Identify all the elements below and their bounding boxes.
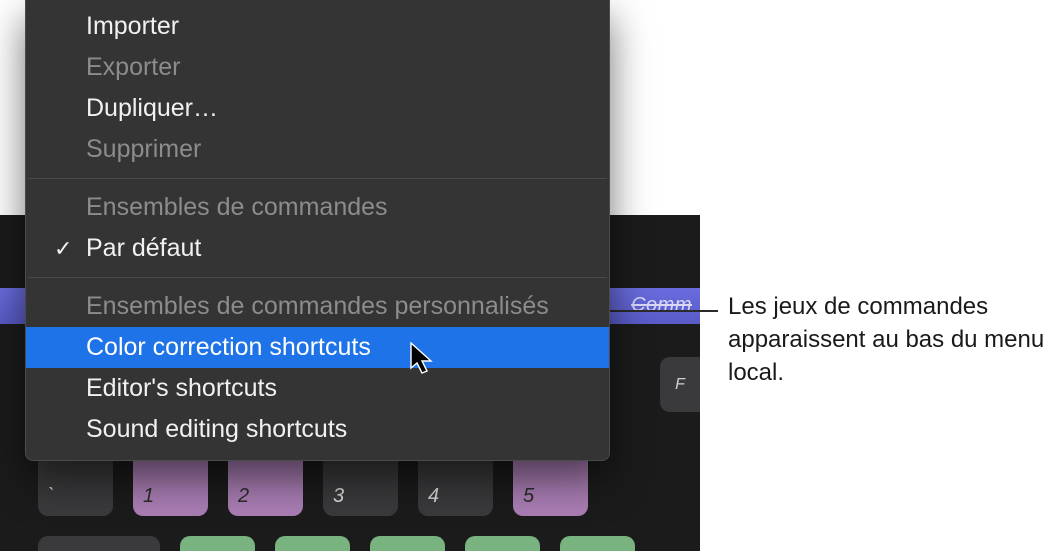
key-r[interactable] (465, 536, 540, 551)
menu-item-sound-editing[interactable]: Sound editing shortcuts (26, 409, 609, 450)
key-e[interactable] (370, 536, 445, 551)
key-q[interactable] (180, 536, 255, 551)
menu-item-export: Exporter (26, 47, 609, 88)
menu-item-delete: Supprimer (26, 129, 609, 170)
callout-text: Les jeux de commandes apparaissent au ba… (728, 290, 1048, 389)
key-tab[interactable]: ⇥ (38, 536, 160, 551)
toolbar-badge: Comm (631, 294, 692, 317)
menu-header-command-sets: Ensembles de commandes (26, 187, 609, 228)
menu-item-label: Par défaut (86, 234, 201, 262)
menu-separator (28, 178, 607, 179)
menu-item-default[interactable]: ✓ Par défaut (26, 228, 609, 269)
key-w[interactable] (275, 536, 350, 551)
menu-header-custom-sets: Ensembles de commandes personnalisés (26, 286, 609, 327)
key-fn-f[interactable]: F (660, 357, 700, 412)
menu-item-duplicate[interactable]: Dupliquer… (26, 88, 609, 129)
key-t[interactable] (560, 536, 635, 551)
tab-glyph-icon: ⇥ (132, 544, 150, 551)
menu-separator (28, 277, 607, 278)
checkmark-icon: ✓ (54, 234, 72, 265)
menu-item-color-correction[interactable]: Color correction shortcuts (26, 327, 609, 368)
menu-item-import[interactable]: Importer (26, 6, 609, 47)
command-set-menu: Importer Exporter Dupliquer… Supprimer E… (25, 0, 610, 461)
callout-line (608, 310, 718, 312)
menu-item-editors-shortcuts[interactable]: Editor's shortcuts (26, 368, 609, 409)
